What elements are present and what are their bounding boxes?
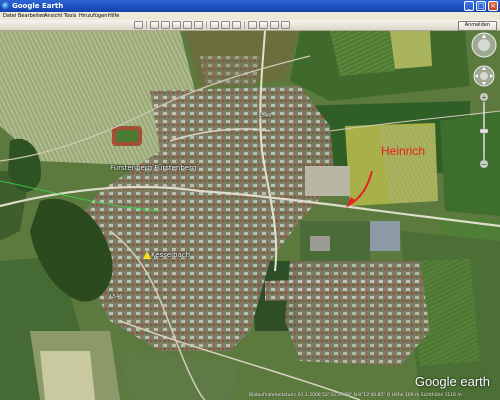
app-globe-icon: [2, 2, 10, 10]
satellite-imagery[interactable]: [0, 31, 500, 400]
window-title: Google Earth: [12, 2, 64, 10]
minimize-button[interactable]: _: [464, 1, 474, 11]
overlay-button[interactable]: [183, 21, 192, 29]
polygon-button[interactable]: [161, 21, 170, 29]
historical-imagery-button[interactable]: [210, 21, 219, 29]
road-label: L546: [110, 294, 123, 300]
nav-move-ring-icon: [473, 65, 495, 87]
menu-hilfe[interactable]: Hilfe: [108, 12, 119, 20]
navigation-controls[interactable]: + −: [468, 31, 500, 171]
menu-datei[interactable]: Datei: [3, 12, 16, 20]
tourist-pin-icon[interactable]: [143, 251, 151, 259]
place-label-fuerstenberg: Fürstenberg Fürstenberg: [110, 164, 197, 172]
sunlight-button[interactable]: [221, 21, 230, 29]
maximize-button[interactable]: □: [476, 1, 486, 11]
record-tour-button[interactable]: [194, 21, 203, 29]
view-in-maps-button[interactable]: [281, 21, 290, 29]
close-button[interactable]: ×: [488, 1, 498, 11]
toolbar-separator: [206, 21, 207, 29]
menu-tools[interactable]: Tools: [64, 12, 76, 20]
title-bar: Google Earth _ □ ×: [0, 0, 500, 12]
sidebar-toggle-button[interactable]: [134, 21, 143, 29]
place-label-kesselbach: Kesselbach: [151, 251, 191, 259]
ruler-button[interactable]: [248, 21, 257, 29]
toolbar-separator: [244, 21, 245, 29]
toolbar: Anmelden: [0, 20, 500, 31]
map-view[interactable]: Fürstenberg Fürstenberg Kesselbach L546 …: [0, 31, 500, 400]
svg-text:−: −: [481, 161, 487, 169]
status-bar: Bildaufnahmedatum: 01.1.2008 52°33'37.69…: [249, 393, 462, 398]
nav-look-ring-icon: [471, 32, 497, 58]
annotation-heinrich: Heinrich: [381, 144, 426, 158]
placemark-button[interactable]: [150, 21, 159, 29]
email-button[interactable]: [259, 21, 268, 29]
zoom-slider-icon: + −: [479, 92, 489, 169]
path-button[interactable]: [172, 21, 181, 29]
svg-text:+: +: [481, 94, 487, 102]
menu-ansicht[interactable]: Ansicht: [44, 12, 62, 20]
toolbar-separator: [146, 21, 147, 29]
road-label: L546: [259, 113, 272, 119]
menu-hinzufuegen[interactable]: Hinzufügen: [79, 12, 107, 20]
print-button[interactable]: [270, 21, 279, 29]
google-earth-logo: Google earth: [414, 374, 490, 389]
sign-in-button[interactable]: Anmelden: [457, 21, 497, 31]
sky-button[interactable]: [232, 21, 241, 29]
menu-bar: Datei Bearbeiten Ansicht Tools Hinzufüge…: [0, 12, 500, 20]
menu-bearbeiten[interactable]: Bearbeiten: [18, 12, 45, 20]
